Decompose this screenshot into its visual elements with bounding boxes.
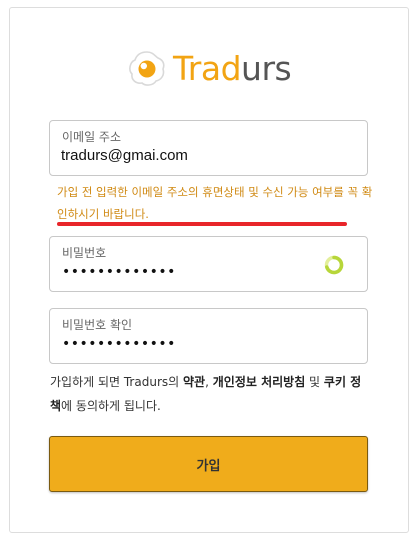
terms-notice: 가입하게 되면 Tradurs의 약관, 개인정보 처리방침 및 쿠키 정책에 …	[50, 370, 370, 418]
privacy-policy-link[interactable]: 개인정보 처리방침	[213, 375, 306, 389]
password-field-label: 비밀번호	[62, 246, 107, 260]
brand-wordmark: Tradurs	[173, 49, 292, 89]
email-field[interactable]: 이메일 주소 tradurs@gmai.com	[49, 120, 368, 176]
warning-underline	[57, 222, 347, 226]
email-field-value[interactable]: tradurs@gmai.com	[61, 147, 188, 164]
terms-separator: ,	[205, 375, 213, 389]
password-confirm-field-label: 비밀번호 확인	[62, 318, 133, 332]
signup-button-label: 가입	[196, 458, 221, 474]
password-confirm-field-value[interactable]: •••••••••••••	[62, 337, 176, 351]
password-confirm-field[interactable]: 비밀번호 확인 •••••••••••••	[49, 308, 368, 364]
terms-text-1: 가입하게 되면 Tradurs의	[50, 375, 183, 389]
brand-name-part1: Trad	[173, 49, 242, 88]
terms-link[interactable]: 약관	[183, 375, 205, 389]
email-field-label: 이메일 주소	[62, 130, 122, 144]
brand-name-part2: urs	[241, 49, 292, 88]
terms-text-2: 및	[305, 375, 324, 389]
egg-logo-icon	[129, 51, 165, 86]
signup-button[interactable]: 가입	[49, 436, 368, 492]
password-field-value[interactable]: •••••••••••••	[62, 265, 176, 279]
terms-text-3: 에 동의하게 됩니다.	[61, 399, 161, 413]
password-field[interactable]: 비밀번호 •••••••••••••	[49, 236, 368, 292]
email-warning-text: 가입 전 입력한 이메일 주소의 휴면상태 및 수신 가능 여부를 꼭 확인하시…	[57, 185, 373, 221]
brand-logo: Tradurs	[127, 49, 297, 89]
loading-spinner-icon	[324, 255, 344, 275]
